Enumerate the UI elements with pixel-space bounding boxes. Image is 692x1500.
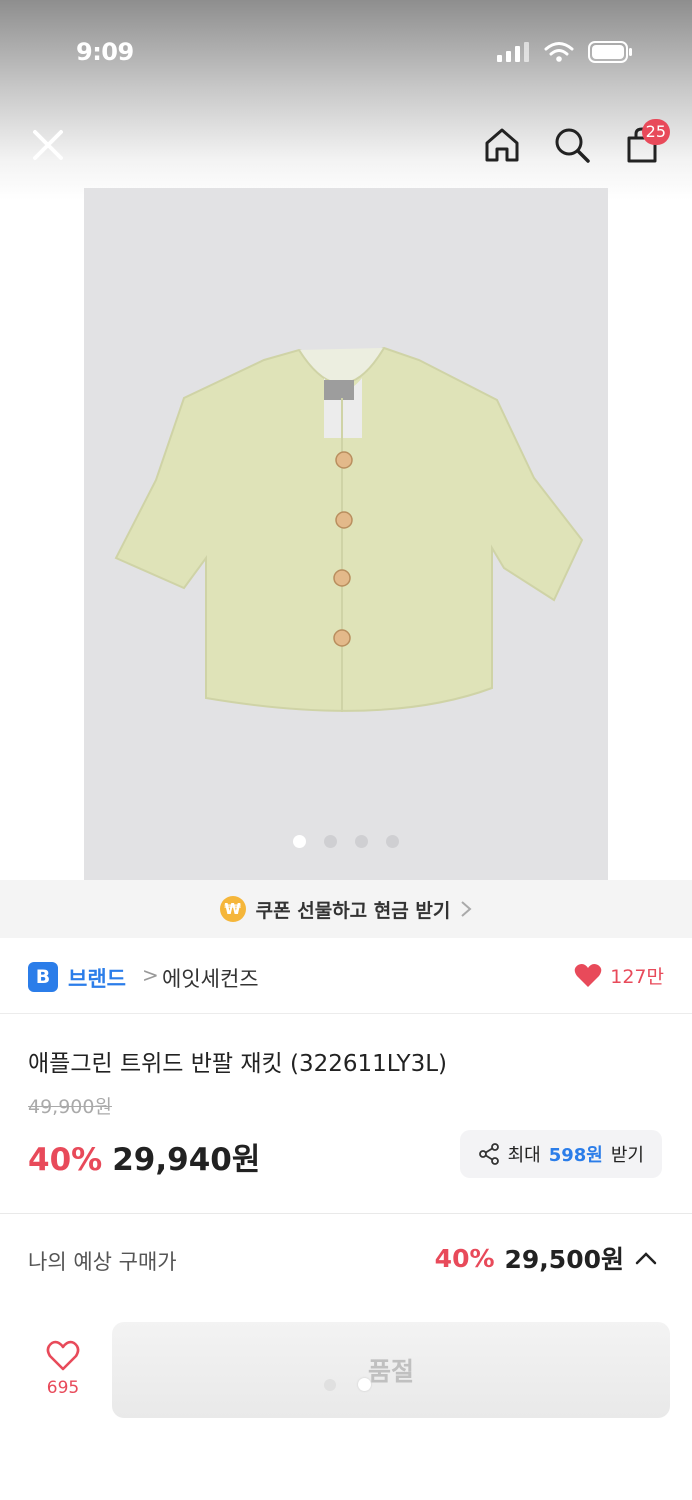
estimated-discount: 40% [434, 1243, 495, 1273]
pagination-dot[interactable] [386, 835, 399, 848]
chevron-right-icon [461, 901, 472, 917]
battery-icon [588, 41, 632, 63]
wishlist-count: 695 [46, 1378, 80, 1398]
page-indicator [324, 1378, 371, 1391]
close-icon [33, 130, 63, 160]
sale-price: 29,940원 [112, 1142, 261, 1178]
brand-row: B 브랜드 > 에잇세컨즈 127만 [0, 938, 692, 1014]
share-icon [478, 1143, 499, 1165]
cart-count-badge: 25 [641, 119, 670, 145]
heart-outline-icon [46, 1340, 80, 1371]
wishlist-button[interactable]: 695 [30, 1340, 96, 1398]
home-icon [485, 128, 519, 162]
coupon-text: 쿠폰 선물하고 현금 받기 [255, 899, 451, 922]
brand-name-link[interactable]: 에잇세컨즈 [162, 963, 259, 993]
jacket-image [114, 346, 584, 712]
cart-button[interactable]: 25 [616, 119, 670, 171]
status-icons [496, 40, 634, 64]
brand-badge-icon: B [28, 962, 58, 992]
status-bar: 9:09 [0, 28, 692, 78]
brand-like-count: 127만 [610, 966, 664, 988]
breadcrumb-separator: > [142, 963, 159, 987]
pagination-dot[interactable] [355, 835, 368, 848]
original-price: 49,900원 [28, 1096, 112, 1118]
estimated-price-row[interactable]: 나의 예상 구매가 40% 29,500원 [0, 1232, 692, 1288]
close-button[interactable] [22, 119, 74, 171]
share-prefix: 최대 [507, 1145, 541, 1166]
cellular-signal-icon [497, 42, 529, 62]
estimated-price-value: 40% 29,500원 [435, 1240, 658, 1276]
search-button[interactable] [546, 119, 598, 171]
brand-link[interactable]: 브랜드 [68, 963, 126, 993]
pagination-dot[interactable] [324, 835, 337, 848]
image-pagination-dots [84, 835, 608, 848]
product-image-carousel[interactable] [84, 188, 608, 880]
won-coin-icon: ₩ [219, 896, 246, 922]
heart-filled-icon [574, 963, 602, 987]
sold-out-button[interactable]: 품절 [112, 1322, 670, 1418]
share-suffix: 받기 [610, 1145, 644, 1166]
estimated-price: 29,500원 [504, 1245, 624, 1274]
section-divider [0, 1213, 692, 1214]
status-time: 9:09 [76, 38, 134, 66]
discount-rate: 40% [28, 1142, 103, 1178]
pagination-dot[interactable] [293, 835, 306, 848]
page-indicator-dot [324, 1378, 336, 1391]
bottom-action-bar: 695 품절 [0, 1310, 692, 1440]
chevron-up-icon [635, 1252, 657, 1265]
product-title: 애플그린 트위드 반팔 재킷 (322611LY3L) [28, 1051, 448, 1077]
brand-like-button[interactable]: 127만 [574, 962, 664, 989]
coupon-banner[interactable]: ₩ 쿠폰 선물하고 현금 받기 [0, 880, 692, 938]
page-indicator-dot [358, 1378, 371, 1391]
nav-bar: 25 [0, 115, 692, 179]
search-icon [555, 128, 590, 163]
price-row: 40% 29,940원 [28, 1134, 260, 1179]
share-reward-button[interactable]: 최대 598원 받기 [459, 1130, 662, 1178]
wifi-icon [544, 42, 574, 62]
home-button[interactable] [476, 119, 528, 171]
share-points: 598원 [548, 1145, 603, 1166]
estimated-price-label: 나의 예상 구매가 [28, 1250, 177, 1274]
